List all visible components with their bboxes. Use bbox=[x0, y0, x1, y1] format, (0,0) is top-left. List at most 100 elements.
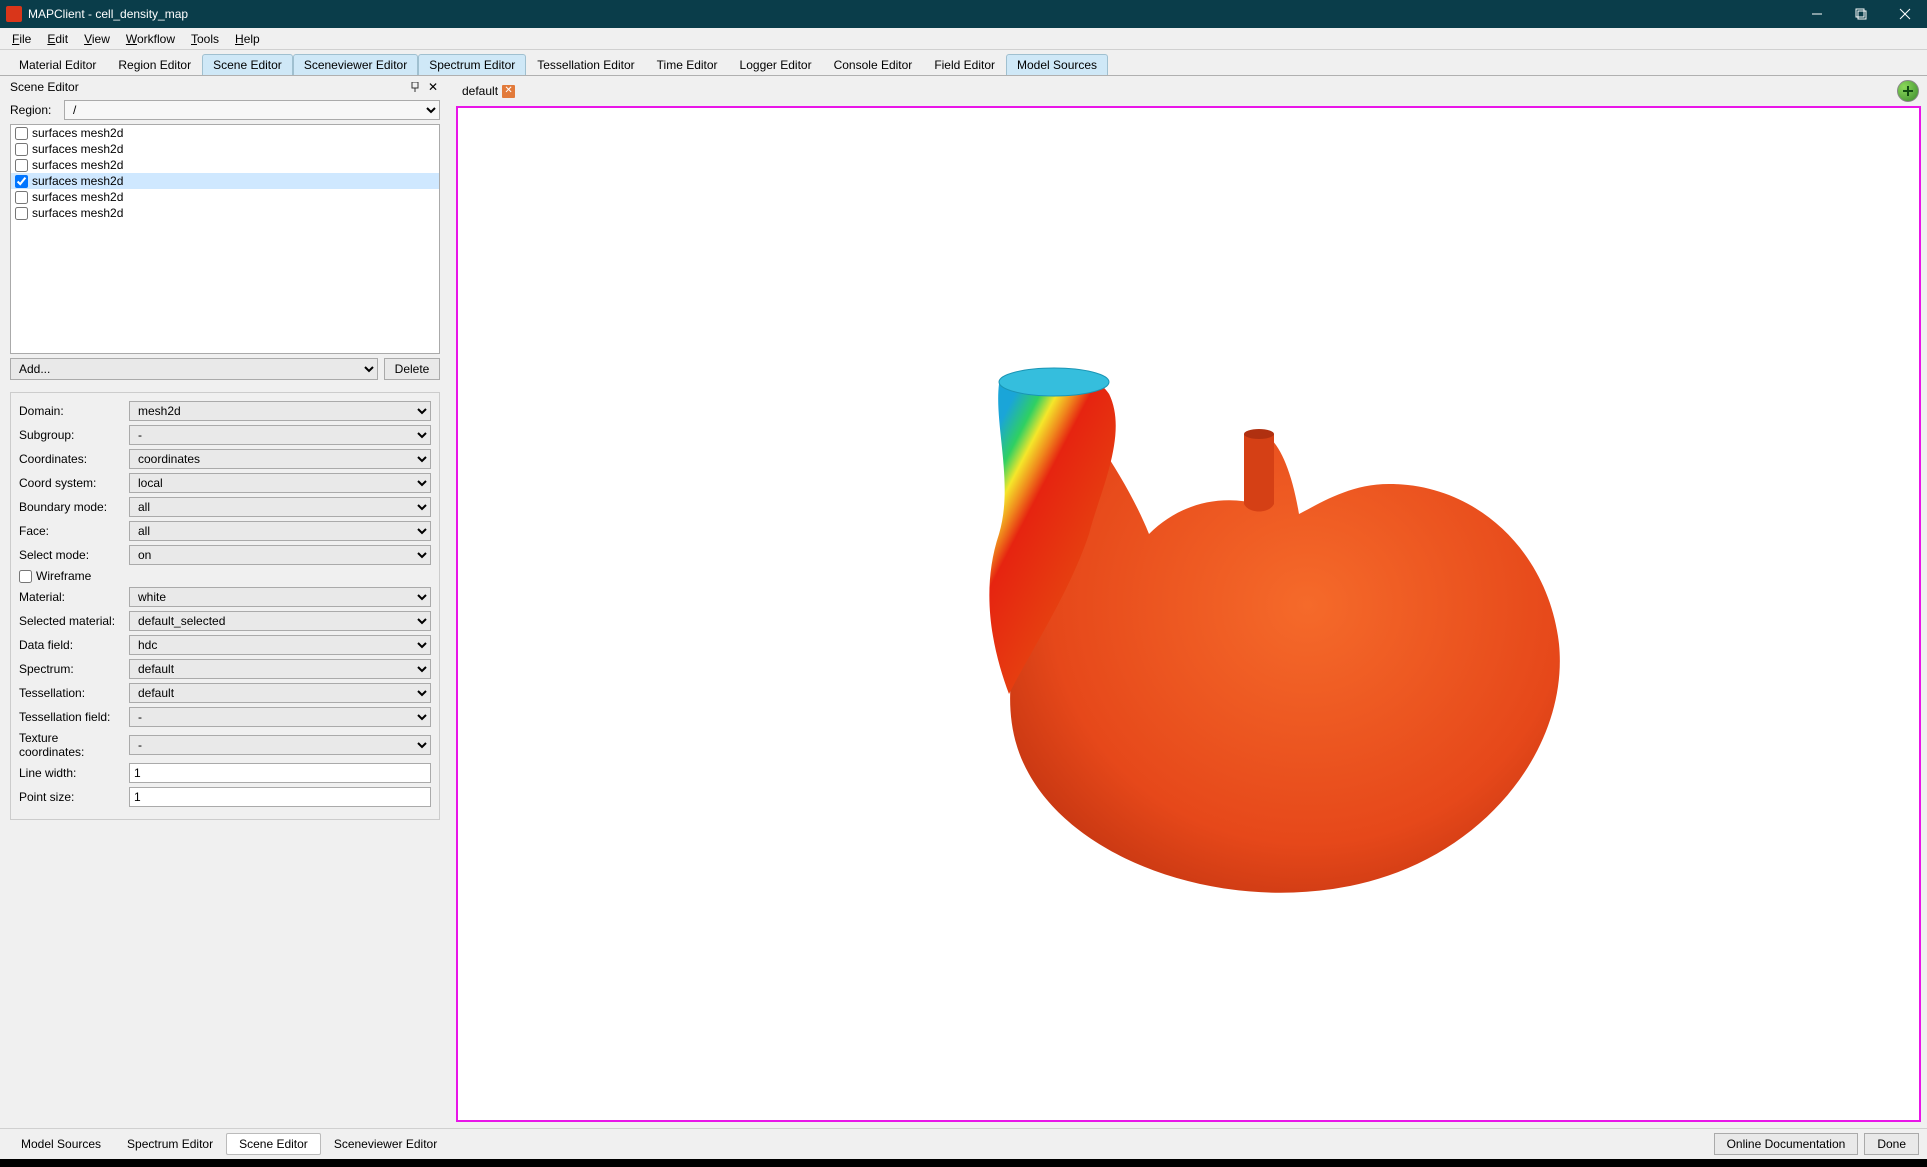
graphics-list-item[interactable]: surfaces mesh2d bbox=[11, 141, 439, 157]
delete-button[interactable]: Delete bbox=[384, 358, 440, 380]
boundary-mode-label: Boundary mode: bbox=[19, 500, 125, 514]
graphics-list-item[interactable]: surfaces mesh2d bbox=[11, 189, 439, 205]
top-tab-console-editor[interactable]: Console Editor bbox=[823, 54, 924, 75]
menu-view[interactable]: View bbox=[76, 30, 118, 48]
top-tab-logger-editor[interactable]: Logger Editor bbox=[729, 54, 823, 75]
add-viewport-button[interactable] bbox=[1897, 80, 1919, 102]
point-size-label: Point size: bbox=[19, 790, 125, 804]
top-tab-scene-editor[interactable]: Scene Editor bbox=[202, 54, 293, 75]
top-tab-model-sources[interactable]: Model Sources bbox=[1006, 54, 1108, 75]
top-tabstrip: Material EditorRegion EditorScene Editor… bbox=[0, 50, 1927, 76]
graphics-list-item[interactable]: surfaces mesh2d bbox=[11, 157, 439, 173]
data-field-select[interactable]: hdc bbox=[129, 635, 431, 655]
close-button[interactable] bbox=[1883, 0, 1927, 28]
selected-material-label: Selected material: bbox=[19, 614, 125, 628]
graphics-list[interactable]: surfaces mesh2dsurfaces mesh2dsurfaces m… bbox=[10, 124, 440, 354]
menubar: File Edit View Workflow Tools Help bbox=[0, 28, 1927, 50]
coord-system-select[interactable]: local bbox=[129, 473, 431, 493]
graphics-item-checkbox[interactable] bbox=[15, 143, 28, 156]
boundary-mode-select[interactable]: all bbox=[129, 497, 431, 517]
top-tab-material-editor[interactable]: Material Editor bbox=[8, 54, 107, 75]
texture-coords-label: Texture coordinates: bbox=[19, 731, 125, 759]
top-tab-spectrum-editor[interactable]: Spectrum Editor bbox=[418, 54, 526, 75]
texture-coords-select[interactable]: - bbox=[129, 735, 431, 755]
bottom-tabstrip: Model SourcesSpectrum EditorScene Editor… bbox=[0, 1128, 1927, 1159]
wireframe-label: Wireframe bbox=[36, 569, 91, 583]
domain-label: Domain: bbox=[19, 404, 125, 418]
line-width-input[interactable] bbox=[129, 763, 431, 783]
menu-workflow[interactable]: Workflow bbox=[118, 30, 183, 48]
point-size-input[interactable] bbox=[129, 787, 431, 807]
region-select[interactable]: / bbox=[64, 100, 440, 120]
viewport-panel: default ✕ bbox=[450, 76, 1927, 1128]
close-panel-icon[interactable]: ✕ bbox=[426, 80, 440, 94]
bottom-tab-model-sources[interactable]: Model Sources bbox=[8, 1133, 114, 1155]
menu-edit[interactable]: Edit bbox=[39, 30, 76, 48]
menu-tools[interactable]: Tools bbox=[183, 30, 227, 48]
subgroup-label: Subgroup: bbox=[19, 428, 125, 442]
menu-help[interactable]: Help bbox=[227, 30, 268, 48]
properties-panel: Domain:mesh2d Subgroup:- Coordinates:coo… bbox=[10, 392, 440, 820]
face-select[interactable]: all bbox=[129, 521, 431, 541]
coordinates-select[interactable]: coordinates bbox=[129, 449, 431, 469]
graphics-item-checkbox[interactable] bbox=[15, 191, 28, 204]
graphics-item-label: surfaces mesh2d bbox=[32, 190, 123, 204]
pin-icon[interactable] bbox=[408, 80, 422, 94]
scene-editor-panel: Scene Editor ✕ Region: / surfaces mesh2d… bbox=[0, 76, 450, 1128]
bottom-tab-sceneviewer-editor[interactable]: Sceneviewer Editor bbox=[321, 1133, 450, 1155]
graphics-list-item[interactable]: surfaces mesh2d bbox=[11, 125, 439, 141]
tessellation-label: Tessellation: bbox=[19, 686, 125, 700]
minimize-button[interactable] bbox=[1795, 0, 1839, 28]
graphics-item-label: surfaces mesh2d bbox=[32, 158, 123, 172]
3d-canvas[interactable] bbox=[456, 106, 1921, 1122]
coord-system-label: Coord system: bbox=[19, 476, 125, 490]
add-graphics-select[interactable]: Add... bbox=[10, 358, 378, 380]
top-tab-time-editor[interactable]: Time Editor bbox=[646, 54, 729, 75]
viewport-tab-default[interactable]: default ✕ bbox=[458, 82, 519, 100]
graphics-item-label: surfaces mesh2d bbox=[32, 174, 123, 188]
taskbar bbox=[0, 1159, 1927, 1167]
region-label: Region: bbox=[10, 103, 58, 117]
wireframe-checkbox[interactable] bbox=[19, 570, 32, 583]
graphics-item-label: surfaces mesh2d bbox=[32, 142, 123, 156]
material-label: Material: bbox=[19, 590, 125, 604]
top-tab-field-editor[interactable]: Field Editor bbox=[923, 54, 1006, 75]
material-select[interactable]: white bbox=[129, 587, 431, 607]
top-tab-tessellation-editor[interactable]: Tessellation Editor bbox=[526, 54, 645, 75]
maximize-button[interactable] bbox=[1839, 0, 1883, 28]
viewport-tab-label: default bbox=[462, 84, 498, 98]
graphics-item-checkbox[interactable] bbox=[15, 127, 28, 140]
app-icon bbox=[6, 6, 22, 22]
graphics-item-checkbox[interactable] bbox=[15, 159, 28, 172]
spectrum-label: Spectrum: bbox=[19, 662, 125, 676]
selected-material-select[interactable]: default_selected bbox=[129, 611, 431, 631]
domain-select[interactable]: mesh2d bbox=[129, 401, 431, 421]
select-mode-select[interactable]: on bbox=[129, 545, 431, 565]
line-width-label: Line width: bbox=[19, 766, 125, 780]
online-doc-button[interactable]: Online Documentation bbox=[1714, 1133, 1859, 1155]
done-button[interactable]: Done bbox=[1864, 1133, 1919, 1155]
face-label: Face: bbox=[19, 524, 125, 538]
window-title: MAPClient - cell_density_map bbox=[28, 7, 1795, 21]
spectrum-select[interactable]: default bbox=[129, 659, 431, 679]
graphics-list-item[interactable]: surfaces mesh2d bbox=[11, 205, 439, 221]
top-tab-region-editor[interactable]: Region Editor bbox=[107, 54, 202, 75]
data-field-label: Data field: bbox=[19, 638, 125, 652]
graphics-item-checkbox[interactable] bbox=[15, 175, 28, 188]
tessellation-field-select[interactable]: - bbox=[129, 707, 431, 727]
tessellation-field-label: Tessellation field: bbox=[19, 710, 125, 724]
graphics-item-checkbox[interactable] bbox=[15, 207, 28, 220]
top-tab-sceneviewer-editor[interactable]: Sceneviewer Editor bbox=[293, 54, 418, 75]
bottom-tab-spectrum-editor[interactable]: Spectrum Editor bbox=[114, 1133, 226, 1155]
tessellation-select[interactable]: default bbox=[129, 683, 431, 703]
select-mode-label: Select mode: bbox=[19, 548, 125, 562]
bottom-tab-scene-editor[interactable]: Scene Editor bbox=[226, 1133, 321, 1155]
graphics-item-label: surfaces mesh2d bbox=[32, 206, 123, 220]
close-tab-icon[interactable]: ✕ bbox=[502, 85, 515, 98]
coordinates-label: Coordinates: bbox=[19, 452, 125, 466]
titlebar: MAPClient - cell_density_map bbox=[0, 0, 1927, 28]
menu-file[interactable]: File bbox=[4, 30, 39, 48]
panel-title: Scene Editor bbox=[10, 80, 404, 94]
graphics-list-item[interactable]: surfaces mesh2d bbox=[11, 173, 439, 189]
subgroup-select[interactable]: - bbox=[129, 425, 431, 445]
